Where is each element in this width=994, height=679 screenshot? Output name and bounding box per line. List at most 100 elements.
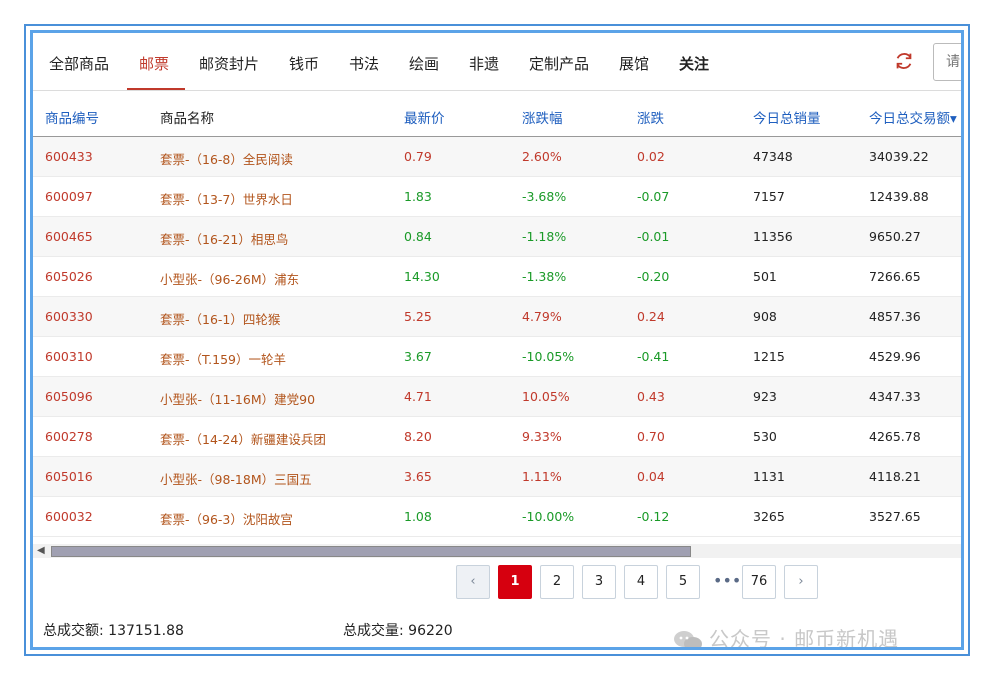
table-row[interactable]: 600278 套票-（14-24）新疆建设兵团 8.20 9.33% 0.70 530 42… [33,417,961,457]
row-name[interactable]: 套票-（96-3）沈阳故宫 [160,509,293,528]
row-name[interactable]: 套票-（16-21）相思鸟 [160,229,288,248]
total-amount-label: 总成交额: [43,623,104,639]
row-change: -0.12 [637,509,670,524]
col-name: 商品名称 [160,111,214,127]
tab-custom[interactable]: 定制产品 [529,53,589,74]
table-row[interactable]: 600097 套票-（13-7）世界水日 1.83 -3.68% -0.07 7157 12… [33,177,961,217]
row-name[interactable]: 套票-（16-1）四轮猴 [160,309,280,328]
row-amount: 3527.65 [869,509,921,524]
row-change: 0.70 [637,429,665,444]
row-volume: 7157 [753,189,785,204]
row-name[interactable]: 套票-（16-8）全民阅读 [160,149,293,168]
total-volume-value: 96220 [408,623,453,639]
page-button-1[interactable]: 1 [498,565,532,599]
col-code[interactable]: 商品编号 [45,107,99,127]
row-code[interactable]: 605096 [45,389,93,404]
row-amount: 4347.33 [869,389,921,404]
tab-favorites[interactable]: 关注 [679,53,709,74]
row-name[interactable]: 套票-（T.159）一轮羊 [160,349,286,368]
table-header: 商品编号 商品名称 最新价 涨跌幅 涨跌 今日总销量 今日总交易额▾ [33,95,961,137]
table-row[interactable]: 605026 小型张-（96-26M）浦东 14.30 -1.38% -0.20 501 7… [33,257,961,297]
tab-calligraphy[interactable]: 书法 [349,53,379,74]
table-row[interactable]: 600433 套票-（16-8）全民阅读 0.79 2.60% 0.02 47348 340… [33,137,961,177]
total-volume-label: 总成交量: [343,623,404,639]
horizontal-scrollbar[interactable]: ◀ [33,544,961,558]
tab-heritage[interactable]: 非遗 [469,53,499,74]
row-change-percent: -10.05% [522,349,575,364]
table-row[interactable]: 605096 小型张-（11-16M）建党90 4.71 10.05% 0.43 923 4… [33,377,961,417]
prev-page-button[interactable]: ‹ [456,565,490,599]
row-name[interactable]: 套票-（13-7）世界水日 [160,189,293,208]
page-button-3[interactable]: 3 [582,565,616,599]
page-button-5[interactable]: 5 [666,565,700,599]
tab-postal-cards[interactable]: 邮资封片 [199,53,259,74]
table-row[interactable]: 600465 套票-（16-21）相思鸟 0.84 -1.18% -0.01 11356 9… [33,217,961,257]
row-price: 0.84 [404,229,432,244]
page-button-last[interactable]: 76 [742,565,776,599]
row-price: 1.83 [404,189,432,204]
active-tab-indicator [127,88,185,90]
row-amount: 4265.78 [869,429,921,444]
total-amount-value: 137151.88 [108,623,184,639]
scroll-thumb[interactable] [51,546,691,557]
row-code[interactable]: 605026 [45,269,93,284]
row-price: 4.71 [404,389,432,404]
col-pct[interactable]: 涨跌幅 [522,107,563,127]
page-button-4[interactable]: 4 [624,565,658,599]
row-amount: 7266.65 [869,269,921,284]
search-input[interactable] [933,43,961,81]
row-change-percent: -3.68% [522,189,567,204]
row-name[interactable]: 小型张-（98-18M）三国五 [160,469,312,488]
col-volume[interactable]: 今日总销量 [753,107,821,127]
row-amount: 4529.96 [869,349,921,364]
row-code[interactable]: 605016 [45,469,93,484]
watermark: 公众号 · 邮币新机遇 [673,623,900,650]
scroll-left-arrow-icon[interactable]: ◀ [37,545,45,556]
total-volume: 总成交量: 96220 [343,620,453,640]
page-button-2[interactable]: 2 [540,565,574,599]
row-volume: 530 [753,429,777,444]
col-price[interactable]: 最新价 [404,107,445,127]
row-volume: 1215 [753,349,785,364]
row-volume: 923 [753,389,777,404]
row-code[interactable]: 600278 [45,429,93,444]
row-change: -0.07 [637,189,670,204]
row-code[interactable]: 600310 [45,349,93,364]
table-row[interactable]: 605016 小型张-（98-18M）三国五 3.65 1.11% 0.04 1131 41… [33,457,961,497]
row-code[interactable]: 600032 [45,509,93,524]
row-change: -0.20 [637,269,670,284]
tab-exhibition[interactable]: 展馆 [619,53,649,74]
row-code[interactable]: 600465 [45,229,93,244]
row-change-percent: 10.05% [522,389,570,404]
tab-stamps[interactable]: 邮票 [139,53,169,74]
row-change: 0.04 [637,469,665,484]
row-code[interactable]: 600097 [45,189,93,204]
table-row[interactable]: 600330 套票-（16-1）四轮猴 5.25 4.79% 0.24 908 4857.3… [33,297,961,337]
row-price: 14.30 [404,269,440,284]
tab-all[interactable]: 全部商品 [49,53,109,74]
col-amount[interactable]: 今日总交易额▾ [869,107,957,127]
col-chg[interactable]: 涨跌 [637,107,664,127]
row-amount: 34039.22 [869,149,929,164]
row-change-percent: 9.33% [522,429,562,444]
table-row[interactable]: 600310 套票-（T.159）一轮羊 3.67 -10.05% -0.41 1215 4… [33,337,961,377]
pagination-ellipsis: ••• [713,571,742,590]
refresh-icon[interactable] [893,50,915,72]
row-code[interactable]: 600330 [45,309,93,324]
row-name[interactable]: 套票-（14-24）新疆建设兵团 [160,429,326,448]
tab-painting[interactable]: 绘画 [409,53,439,74]
row-code[interactable]: 600433 [45,149,93,164]
row-amount: 4857.36 [869,309,921,324]
row-name[interactable]: 小型张-（96-26M）浦东 [160,269,299,288]
row-name[interactable]: 小型张-（11-16M）建党90 [160,389,315,408]
row-volume: 47348 [753,149,793,164]
row-amount: 4118.21 [869,469,921,484]
row-change-percent: -1.18% [522,229,567,244]
tab-coins[interactable]: 钱币 [289,53,319,74]
row-change-percent: -1.38% [522,269,567,284]
total-amount: 总成交额: 137151.88 [43,620,184,640]
table-row[interactable]: 600032 套票-（96-3）沈阳故宫 1.08 -10.00% -0.12 3265 3… [33,497,961,537]
row-change: 0.24 [637,309,665,324]
watermark-text: 公众号 · 邮币新机遇 [709,627,900,650]
next-page-button[interactable]: › [784,565,818,599]
